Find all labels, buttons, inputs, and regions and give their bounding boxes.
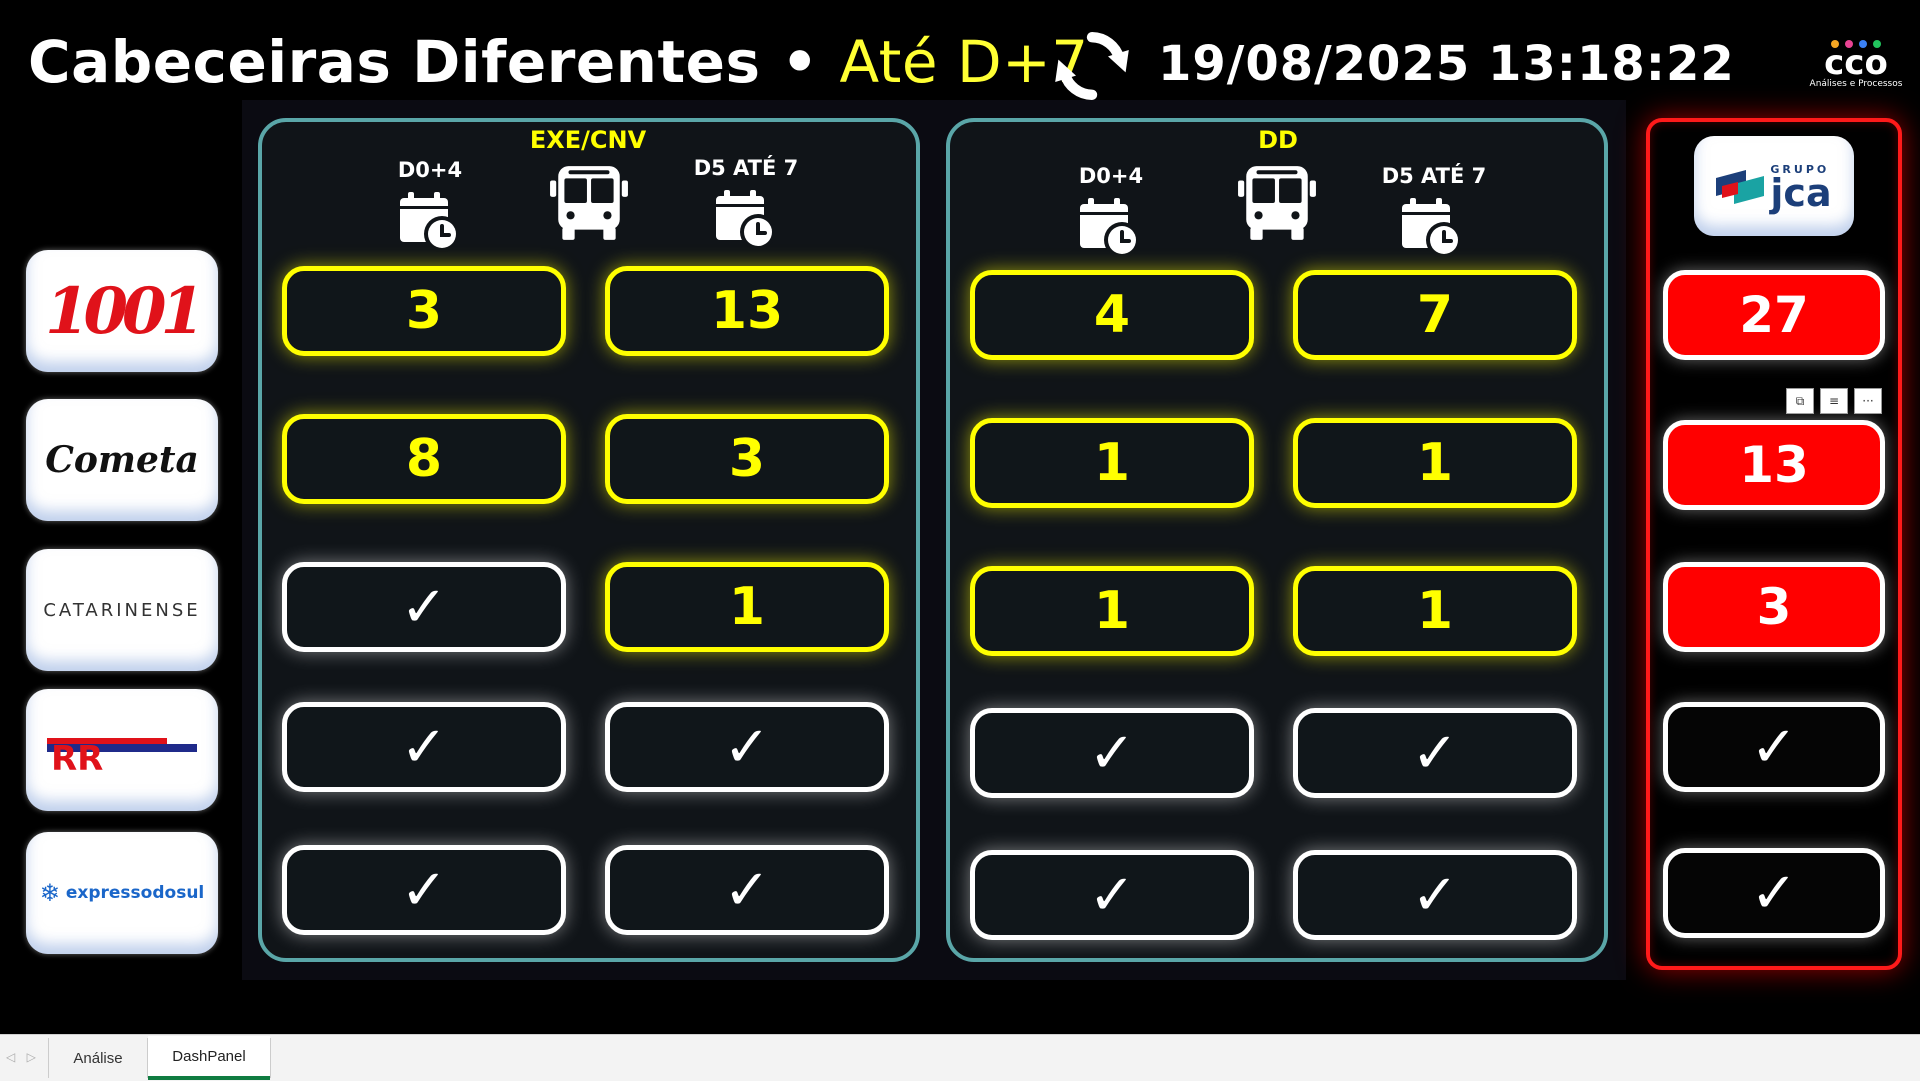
panel-exe-cnv: [258, 118, 920, 962]
logo-grupo-jca: GRUPO jca: [1694, 136, 1854, 236]
title-main: Cabeceiras Diferentes •: [28, 28, 819, 96]
dd-cell-r5-c2: ✓: [1293, 850, 1577, 940]
logo-1001: 1001: [26, 250, 218, 372]
panel-dd-col2-label: D5 ATÉ 7: [1381, 164, 1487, 188]
visual-header-toolbar: ⧉ ≡ ···: [1786, 388, 1882, 414]
calendar-clock-icon: [1402, 198, 1462, 258]
total-cell-r4: ✓: [1663, 702, 1885, 792]
dd-cell-r3-c1: 1: [970, 566, 1254, 656]
panel-dd-col1-label: D0+4: [1078, 164, 1144, 188]
exe-cnv-cell-r3-c1: ✓: [282, 562, 566, 652]
panel-dd-title: DD: [1258, 126, 1298, 154]
exe-cnv-cell-r1-c2: 13: [605, 266, 889, 356]
exe-cnv-cell-r2-c2: 3: [605, 414, 889, 504]
logo-cometa: Cometa: [26, 399, 218, 521]
panel-dd: [946, 118, 1608, 962]
logo-catarinense-text: CATARINENSE: [43, 599, 201, 621]
dd-cell-r3-c2: 1: [1293, 566, 1577, 656]
page-title: Cabeceiras Diferentes • Até D+7: [28, 28, 1089, 96]
total-cell-r1: 27: [1663, 270, 1885, 360]
exe-cnv-cell-r2-c1: 8: [282, 414, 566, 504]
tab-divider: [48, 1038, 49, 1078]
exe-cnv-cell-r3-c2: 1: [605, 562, 889, 652]
rr-logo-icon: RR: [47, 738, 197, 779]
refresh-icon[interactable]: [1052, 26, 1132, 106]
dd-cell-r4-c2: ✓: [1293, 708, 1577, 798]
totals-panel: [1646, 118, 1902, 970]
dd-cell-r2-c2: 1: [1293, 418, 1577, 508]
logo-expresso-do-sul-mark: ❄ expressodosul: [40, 879, 205, 907]
dd-cell-r4-c1: ✓: [970, 708, 1254, 798]
calendar-clock-icon: [716, 190, 776, 250]
logo-catarinense: CATARINENSE: [26, 549, 218, 671]
jca-mark-icon: [1716, 170, 1765, 204]
brand-tagline: Análises e Processos: [1809, 79, 1903, 89]
exe-cnv-cell-r4-c1: ✓: [282, 702, 566, 792]
dd-cell-r2-c1: 1: [970, 418, 1254, 508]
logo-expresso-do-sul: ❄ expressodosul: [26, 832, 218, 954]
more-options-icon[interactable]: ···: [1854, 388, 1882, 414]
logo-rr-text: RR: [51, 739, 103, 779]
tab-analise[interactable]: Análise: [50, 1036, 146, 1080]
tab-scroll-arrows[interactable]: ◁ ▷: [6, 1050, 36, 1064]
filter-icon[interactable]: ≡: [1820, 388, 1848, 414]
snowflake-icon: ❄: [39, 879, 60, 907]
tab-divider: [270, 1038, 271, 1078]
last-update-datetime: 19/08/2025 13:18:22: [1158, 36, 1735, 92]
brand-logo: cco Análises e Processos: [1806, 40, 1906, 104]
exe-cnv-cell-r4-c2: ✓: [605, 702, 889, 792]
logo-1001-text: 1001: [44, 273, 205, 349]
jca-word-text: jca: [1770, 170, 1832, 215]
calendar-clock-icon: [400, 192, 460, 252]
exe-cnv-cell-r1-c1: 3: [282, 266, 566, 356]
panel-exe-cnv-title: EXE/CNV: [529, 126, 647, 154]
calendar-clock-icon: [1080, 198, 1140, 258]
exe-cnv-cell-r5-c1: ✓: [282, 845, 566, 935]
copy-icon[interactable]: ⧉: [1786, 388, 1814, 414]
exe-cnv-cell-r5-c2: ✓: [605, 845, 889, 935]
bus-icon: [550, 166, 628, 240]
dd-cell-r1-c1: 4: [970, 270, 1254, 360]
dd-cell-r1-c2: 7: [1293, 270, 1577, 360]
logo-expresso-do-sul-text: expressodosul: [65, 883, 205, 903]
dd-cell-r5-c1: ✓: [970, 850, 1254, 940]
total-cell-r2: 13: [1663, 420, 1885, 510]
logo-cometa-text: Cometa: [45, 439, 199, 481]
total-cell-r5: ✓: [1663, 848, 1885, 938]
panel-exe-cnv-col2-label: D5 ATÉ 7: [693, 156, 799, 180]
bus-icon: [1238, 166, 1316, 240]
sheet-tab-bar: [0, 1034, 1920, 1081]
brand-name: cco: [1824, 43, 1888, 83]
total-cell-r3: 3: [1663, 562, 1885, 652]
panel-exe-cnv-col1-label: D0+4: [397, 158, 463, 182]
logo-rr: RR: [26, 689, 218, 811]
tab-dashpanel[interactable]: DashPanel: [148, 1036, 270, 1080]
